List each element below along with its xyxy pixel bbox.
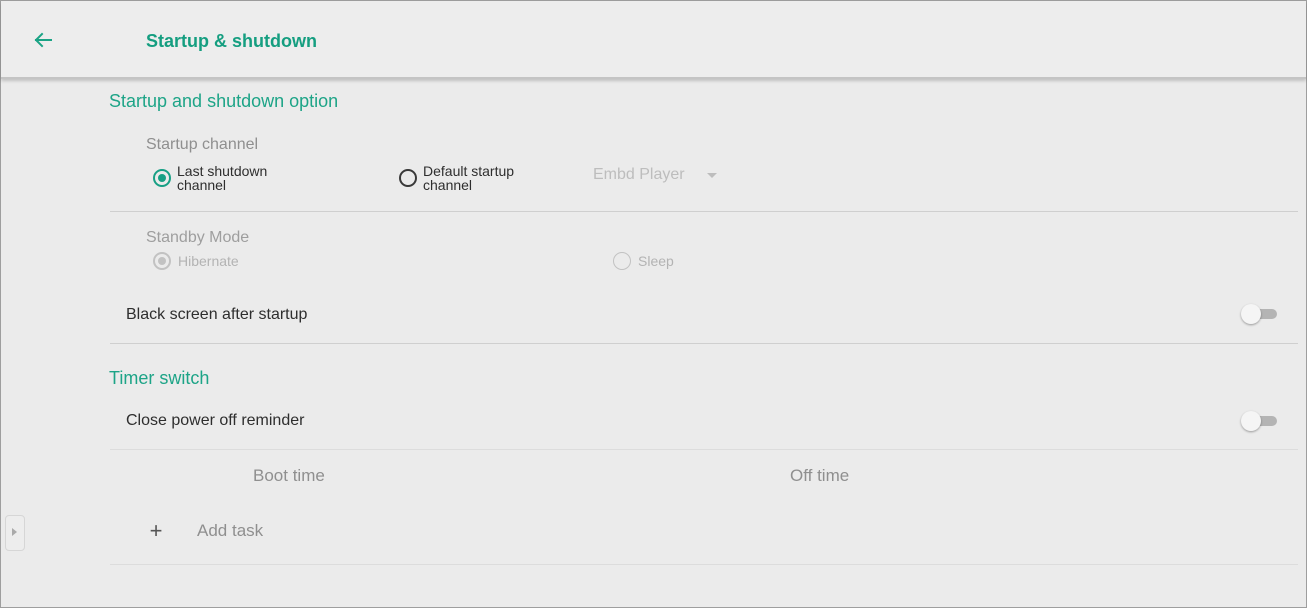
startup-channel-dropdown[interactable]: Embd Player [593, 166, 717, 184]
black-screen-toggle[interactable] [1241, 304, 1277, 324]
black-screen-label: Black screen after startup [126, 306, 308, 323]
radio-label: Default startup channel [423, 163, 515, 193]
timer-section-title: Timer switch [109, 368, 210, 388]
radio-sleep[interactable]: Sleep [613, 252, 674, 270]
radio-unchecked-icon [613, 252, 631, 270]
radio-checked-icon [153, 169, 171, 187]
chevron-down-icon [706, 172, 717, 178]
startup-section-title: Startup and shutdown option [109, 91, 339, 111]
add-task-button[interactable]: + Add task [146, 518, 264, 543]
close-reminder-label: Close power off reminder [126, 412, 305, 429]
radio-hibernate[interactable]: Hibernate [153, 252, 239, 270]
back-button[interactable] [29, 26, 57, 54]
startup-channel-label: Startup channel [146, 136, 259, 153]
settings-window: Startup & shutdown Startup and shutdown … [0, 0, 1307, 608]
app-bar: Startup & shutdown [1, 1, 1306, 79]
standby-mode-label: Standby Mode [146, 229, 250, 246]
radio-label: Sleep [638, 253, 674, 269]
side-panel-handle[interactable] [5, 515, 25, 551]
divider [110, 449, 1298, 450]
toggle-thumb [1241, 304, 1261, 324]
divider [110, 343, 1298, 344]
close-reminder-toggle[interactable] [1241, 411, 1277, 431]
radio-unchecked-icon [399, 169, 417, 187]
off-time-header: Off time [790, 466, 850, 485]
plus-icon: + [149, 518, 163, 543]
divider [110, 211, 1298, 212]
page-title: Startup & shutdown [146, 31, 317, 51]
radio-label: Hibernate [178, 253, 239, 269]
toggle-thumb [1241, 411, 1261, 431]
boot-time-header: Boot time [253, 466, 325, 485]
dropdown-value: Embd Player [593, 166, 685, 183]
radio-checked-icon [153, 252, 171, 270]
arrow-back-icon [34, 32, 52, 48]
radio-last-shutdown-channel[interactable]: Last shutdown channel [153, 164, 297, 192]
radio-default-startup-channel[interactable]: Default startup channel [399, 164, 543, 192]
radio-label: Last shutdown channel [177, 163, 268, 193]
add-task-label: Add task [197, 521, 264, 540]
divider [110, 564, 1298, 565]
